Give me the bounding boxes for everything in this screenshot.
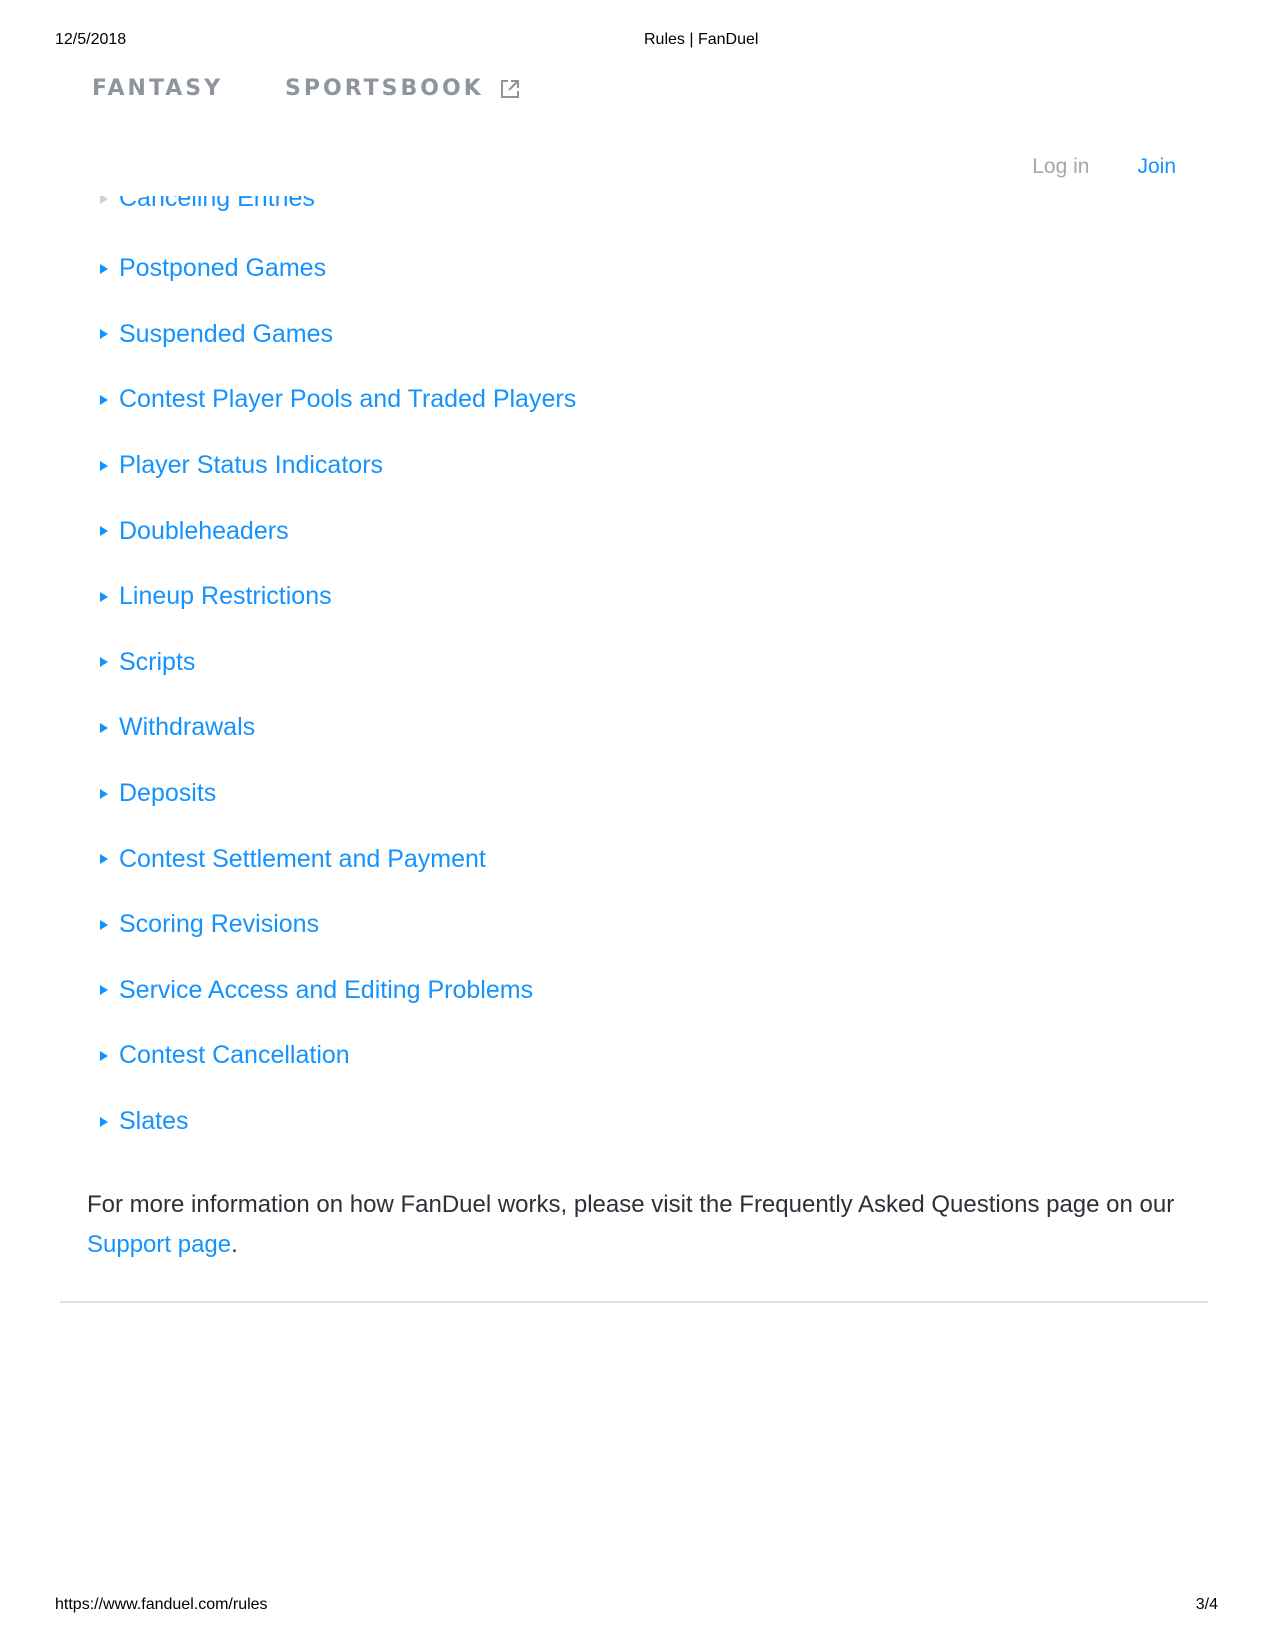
triangle-right-icon [100, 788, 108, 799]
auth-links: Log in Join [1032, 155, 1176, 179]
rule-item[interactable]: Lineup Restrictions [100, 564, 576, 630]
rule-item[interactable]: Service Access and Editing Problems [100, 958, 576, 1024]
rule-item-label: Player Status Indicators [119, 451, 384, 480]
rule-item-label: Contest Settlement and Payment [119, 844, 486, 873]
rule-item[interactable]: Withdrawals [100, 695, 576, 761]
external-link-icon [500, 79, 520, 99]
rule-item[interactable]: Contest Settlement and Payment [100, 826, 576, 892]
page: 12/5/2018 Rules | FanDuel FANTASY SPORTS… [0, 0, 1275, 1650]
triangle-right-icon [100, 263, 108, 274]
rule-item-label: Doubleheaders [119, 516, 289, 545]
triangle-right-icon [100, 329, 108, 340]
triangle-right-icon [100, 591, 108, 602]
rule-item-label: Canceling Entries [119, 196, 315, 212]
triangle-right-icon [100, 657, 108, 668]
print-date: 12/5/2018 [55, 31, 127, 48]
rule-item[interactable]: Doubleheaders [100, 498, 576, 564]
triangle-right-icon [100, 460, 108, 471]
triangle-right-icon [100, 854, 108, 865]
support-info-end: . [231, 1231, 238, 1258]
rule-item[interactable]: Contest Cancellation [100, 1023, 576, 1089]
support-info: For more information on how FanDuel work… [87, 1185, 1192, 1265]
triangle-right-icon [100, 196, 108, 204]
support-page-link[interactable]: Support page [87, 1231, 231, 1258]
rule-item[interactable]: Scoring Revisions [100, 892, 576, 958]
print-url: https://www.fanduel.com/rules [55, 1596, 268, 1613]
rule-item-label: Deposits [119, 779, 217, 808]
rule-item-label: Service Access and Editing Problems [119, 975, 534, 1004]
triangle-right-icon [100, 985, 108, 996]
rule-item[interactable]: Slates [100, 1089, 576, 1155]
login-link[interactable]: Log in [1032, 155, 1089, 179]
triangle-right-icon [100, 722, 108, 733]
rules-list: Postponed Games Suspended Games Contest Pl… [100, 236, 576, 1154]
rule-item-label: Suspended Games [119, 319, 334, 348]
rule-item-label: Contest Player Pools and Traded Players [119, 385, 577, 414]
rule-item[interactable]: Deposits [100, 761, 576, 827]
rule-item-label: Scoring Revisions [119, 910, 320, 939]
rule-item[interactable]: Scripts [100, 630, 576, 696]
triangle-right-icon [100, 526, 108, 537]
nav-fantasy-link[interactable]: FANTASY [92, 76, 223, 101]
partial-rule-item: Canceling Entries [100, 196, 500, 228]
rule-item[interactable]: Player Status Indicators [100, 433, 576, 499]
rule-item-label: Contest Cancellation [119, 1041, 350, 1070]
triangle-right-icon [100, 919, 108, 930]
rule-item[interactable]: Postponed Games [100, 236, 576, 302]
support-info-text: For more information on how FanDuel work… [87, 1191, 1175, 1218]
triangle-right-icon [100, 1050, 108, 1061]
print-title: Rules | FanDuel [644, 31, 759, 48]
rule-item-label: Postponed Games [119, 254, 327, 283]
rule-item-label: Slates [119, 1107, 189, 1136]
nav-sportsbook-label: SPORTSBOOK [285, 76, 484, 101]
nav-sportsbook-link[interactable]: SPORTSBOOK [285, 76, 520, 101]
join-link[interactable]: Join [1137, 155, 1176, 179]
rule-item-label: Scripts [119, 647, 196, 676]
rule-item[interactable]: Contest Player Pools and Traded Players [100, 367, 576, 433]
triangle-right-icon [100, 1116, 108, 1127]
rule-item-label: Lineup Restrictions [119, 582, 332, 611]
divider [60, 1301, 1208, 1303]
print-page-number: 3/4 [1195, 1596, 1218, 1613]
rule-item-partial[interactable]: Canceling Entries [100, 196, 315, 213]
triangle-right-icon [100, 394, 108, 405]
top-nav: FANTASY SPORTSBOOK [92, 76, 520, 101]
rule-item-label: Withdrawals [119, 713, 256, 742]
rule-item[interactable]: Suspended Games [100, 302, 576, 368]
